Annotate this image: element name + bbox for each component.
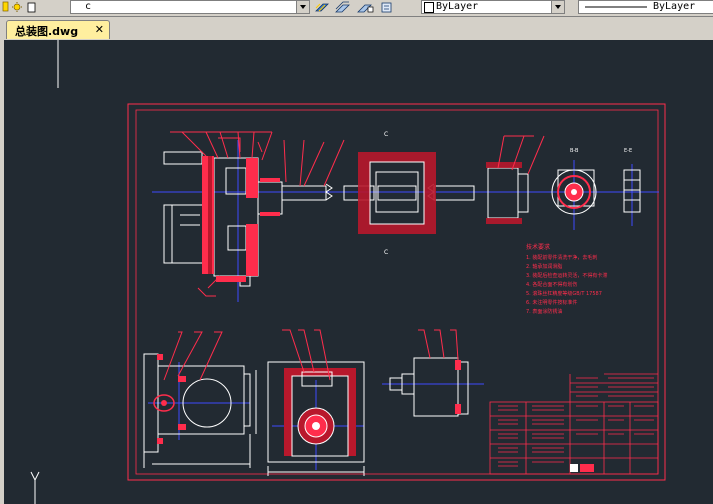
color-combo-value: ByLayer bbox=[436, 1, 479, 12]
layer-combo-value: c bbox=[85, 1, 92, 12]
title-block bbox=[489, 373, 659, 475]
bottom-right-view bbox=[389, 329, 469, 417]
view-label-ee: E-E bbox=[624, 148, 632, 154]
tech-line-7: 7. 表面涂防锈油 bbox=[526, 308, 562, 315]
layer-states-icon bbox=[381, 2, 392, 13]
tech-line-1: 1. 装配前零件清洗干净，去毛刺 bbox=[526, 254, 597, 261]
section-label-top: C bbox=[384, 131, 388, 138]
layer-manager-icon bbox=[335, 1, 350, 13]
layer-state-icons[interactable] bbox=[2, 1, 78, 14]
color-combo[interactable]: ByLayer bbox=[421, 0, 565, 14]
layer-combo[interactable]: c bbox=[70, 0, 310, 14]
view-label-bb: B-B bbox=[570, 148, 579, 154]
properties-toolbar: c ByLayer ByLayer bbox=[0, 0, 713, 17]
tech-line-2: 2. 轴承加润滑脂 bbox=[526, 263, 562, 270]
chevron-down-icon[interactable] bbox=[296, 1, 309, 13]
linetype-combo-value: ByLayer bbox=[653, 1, 696, 12]
color-swatch bbox=[424, 2, 434, 13]
tech-line-3: 3. 装配后检查运转灵活，不得有卡滞 bbox=[526, 272, 607, 279]
technical-requirements: 技术要求 1. 装配前零件清洗干净，去毛刺 2. 轴承加润滑脂 3. 装配后检查… bbox=[526, 243, 607, 315]
tech-line-6: 6. 未注明零件按标准件 bbox=[526, 299, 577, 306]
tab-title: 总装图.dwg bbox=[15, 25, 79, 38]
close-icon[interactable]: ✕ bbox=[95, 23, 104, 36]
layer-tools-icons[interactable] bbox=[314, 1, 404, 14]
layer-previous-icon bbox=[357, 4, 374, 13]
ucs-icon bbox=[30, 471, 40, 504]
document-tab-bar: 总装图.dwg ✕ bbox=[0, 17, 713, 40]
main-assembly-view: C C B-B E-E bbox=[163, 131, 641, 297]
tech-line-4: 4. 各配合面不得有划伤 bbox=[526, 281, 577, 288]
bottom-left-view bbox=[143, 331, 257, 468]
section-label-bottom: C bbox=[384, 249, 388, 256]
tab-drawing[interactable]: 总装图.dwg ✕ bbox=[6, 20, 110, 39]
title-block-marks bbox=[570, 464, 594, 472]
tech-line-5: 5. 滚珠丝杠精度等级GB/T 17587 bbox=[526, 290, 602, 297]
make-current-icon bbox=[315, 3, 329, 12]
chevron-down-icon[interactable] bbox=[551, 1, 564, 13]
drawing-canvas[interactable]: C C B-B E-E 技术要求 1. 装配前零件清洗干净，去毛刺 2. 轴承加… bbox=[4, 40, 713, 504]
linetype-preview bbox=[585, 6, 647, 8]
drawing-svg: C C B-B E-E 技术要求 1. 装配前零件清洗干净，去毛刺 2. 轴承加… bbox=[30, 40, 666, 504]
tech-title: 技术要求 bbox=[526, 243, 550, 251]
linetype-combo[interactable]: ByLayer bbox=[578, 0, 713, 14]
